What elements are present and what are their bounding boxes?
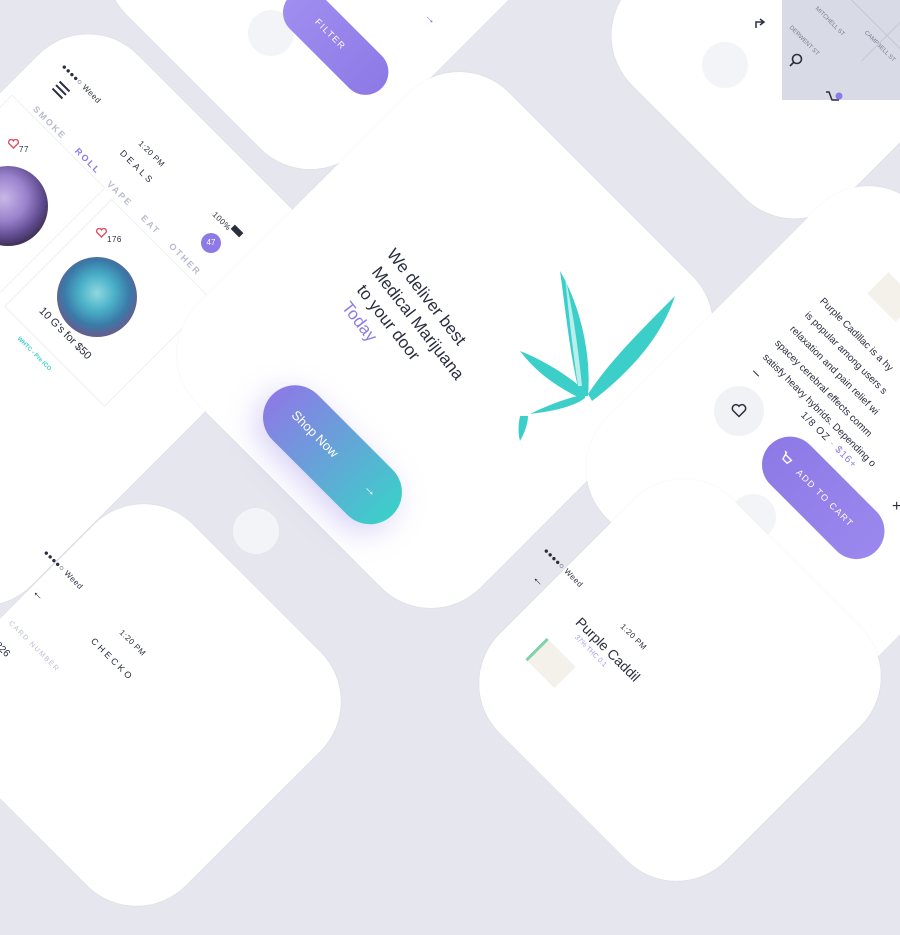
street-label: CAMPBELL ST [862, 30, 897, 64]
cart-icon [772, 449, 795, 472]
cart-icon[interactable] [824, 88, 844, 111]
favorite-button[interactable] [714, 386, 764, 436]
home-button[interactable] [702, 42, 748, 88]
home-button[interactable] [233, 508, 279, 554]
product-image-blue [57, 257, 137, 337]
app-mockup-collage: ●●●●○ Weed 1:20 PM 100% DEALS SMOKE ROLL… [0, 0, 900, 935]
map-view[interactable]: MITCHELL ST DERWENT ST CAMPBELL ST [782, 0, 900, 100]
arrow-right-icon: → [360, 478, 382, 500]
filter-label: FILTER [313, 16, 348, 52]
cart-count: 47 [206, 238, 216, 247]
heart-icon[interactable] [95, 225, 108, 243]
shop-now-label: Shop Now [288, 407, 342, 461]
cart-count-badge[interactable]: 47 [201, 233, 221, 253]
search-icon[interactable] [788, 52, 804, 73]
street-label: MITCHELL ST [813, 6, 846, 38]
quantity-increase-button[interactable]: + [892, 498, 900, 516]
likes-count-1: 77 [19, 145, 29, 154]
share-icon[interactable] [754, 16, 768, 35]
likes-count-2: 176 [107, 235, 122, 244]
heart-icon[interactable] [7, 136, 20, 154]
